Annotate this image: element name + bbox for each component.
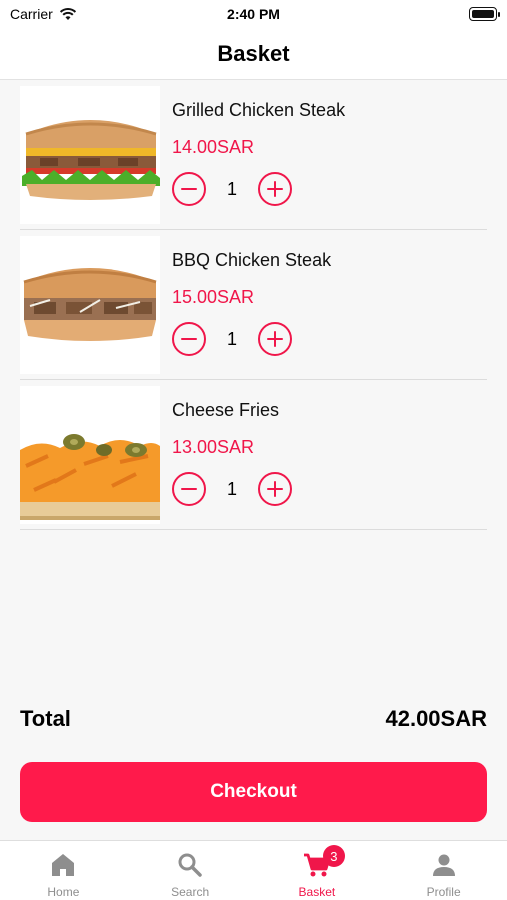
cart-item: Cheese Fries 13.00SAR 1 [20,380,487,530]
item-name: Cheese Fries [172,400,280,420]
home-icon [52,854,75,876]
quantity-stepper: 1 [172,322,292,356]
item-price: 15.00SAR [172,287,255,307]
minus-icon [181,487,197,490]
checkout-button[interactable]: Checkout [20,762,487,822]
total-row: Total 42.00SAR [20,704,487,736]
quantity-stepper: 1 [172,172,292,206]
item-price: 13.00SAR [172,437,255,457]
minus-icon [181,337,197,340]
item-name: BBQ Chicken Steak [172,250,332,270]
cart-list: Grilled Chicken Steak 14.00SAR 1 BBQ Chi… [20,80,487,530]
quantity-value: 1 [226,479,237,499]
tab-label: Basket [298,885,336,899]
status-bar: Carrier 2:40 PM [0,0,507,28]
increase-quantity-button[interactable] [258,472,292,506]
tab-label: Home [47,885,80,899]
sandwich-grilled-chicken-image [20,236,160,374]
quantity-value: 1 [226,329,237,349]
tab-search[interactable]: Search [127,841,254,900]
battery-icon [469,7,500,21]
minus-icon [181,187,197,190]
item-name: Grilled Chicken Steak [172,100,346,120]
tab-label: Profile [426,885,461,899]
decrease-quantity-button[interactable] [172,172,206,206]
search-icon [178,853,202,877]
total-value: 42.00SAR [385,706,487,731]
increase-quantity-button[interactable] [258,322,292,356]
nav-header: Basket [0,28,507,80]
quantity-stepper: 1 [172,472,292,506]
decrease-quantity-button[interactable] [172,322,206,356]
tab-label: Search [171,885,210,899]
total-label: Total [20,706,71,731]
tab-profile[interactable]: Profile [380,841,507,900]
decrease-quantity-button[interactable] [172,472,206,506]
cheese-fries-image [20,386,160,524]
person-icon [432,854,455,876]
quantity-value: 1 [226,179,237,199]
tab-basket[interactable]: 3 Basket [254,841,381,900]
sandwich-lettuce-cheese-image [20,86,160,224]
page-title: Basket [217,40,290,66]
cart-item: BBQ Chicken Steak 15.00SAR 1 [20,230,487,380]
cart-count-badge: 3 [322,845,345,867]
status-time: 2:40 PM [227,6,280,22]
item-price: 14.00SAR [172,137,255,157]
tab-bar: Home Search 3 Basket Profile [0,840,507,900]
increase-quantity-button[interactable] [258,172,292,206]
cart-item: Grilled Chicken Steak 14.00SAR 1 [20,80,487,230]
tab-home[interactable]: Home [0,841,127,900]
